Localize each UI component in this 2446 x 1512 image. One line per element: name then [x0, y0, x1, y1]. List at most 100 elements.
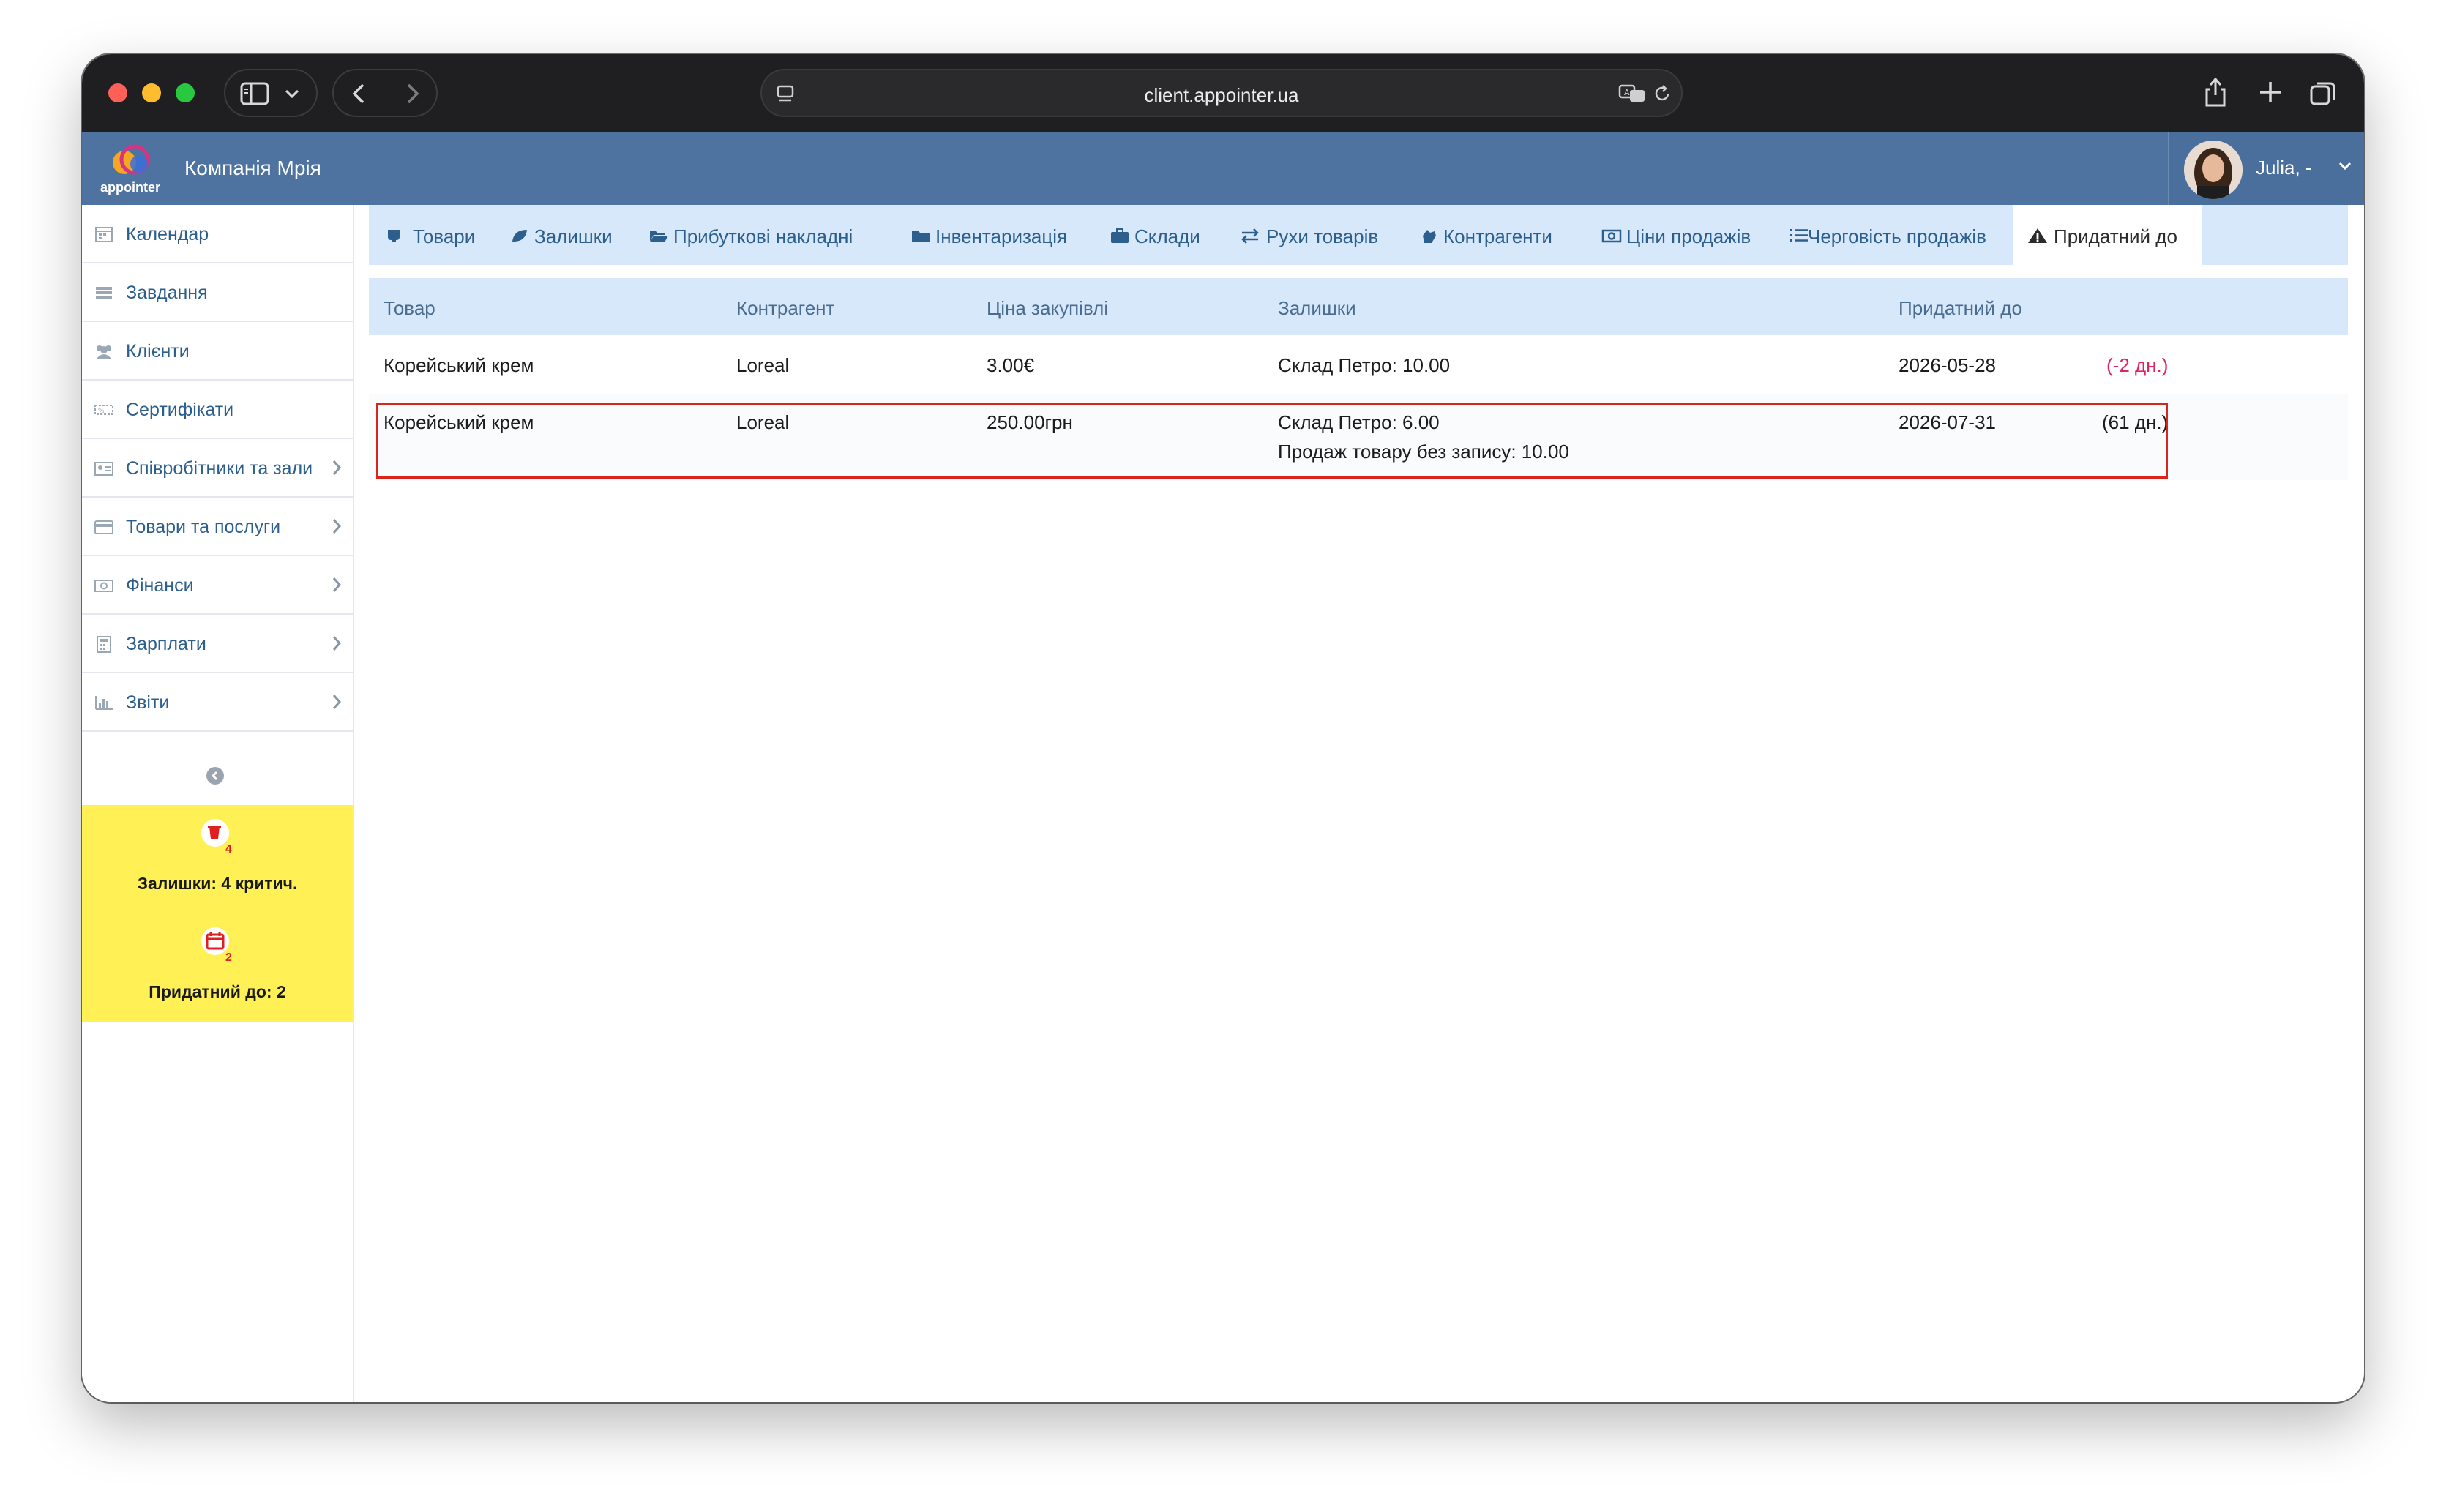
cell-expiry-date: 2026-05-28: [1899, 354, 1996, 376]
share-icon[interactable]: [2203, 76, 2228, 108]
id-card-icon: [94, 462, 113, 476]
sidebar-item-calendar[interactable]: Календар: [82, 205, 353, 263]
sidebar-item-finance[interactable]: Фінанси: [82, 556, 353, 615]
tab-overview-icon[interactable]: [2308, 79, 2338, 108]
list-icon: [1790, 229, 1808, 242]
url-text: client.appointer.ua: [1144, 84, 1299, 106]
sidebar-item-label: Сертифікати: [126, 400, 234, 420]
folder-open-icon: [650, 231, 668, 242]
close-window-button[interactable]: [108, 83, 127, 102]
tab-contractors[interactable]: Контрагенти: [1405, 205, 1588, 265]
user-menu[interactable]: Julia, -: [2168, 132, 2364, 205]
tab-sales-order[interactable]: Черговість продажів: [1774, 205, 2013, 265]
sidebar-item-label: Звіти: [126, 692, 170, 713]
expiry-alert-text[interactable]: Придатний до: 2: [82, 982, 353, 1002]
sidebar-item-label: Товари та послуги: [126, 517, 281, 537]
users-icon: [97, 345, 111, 359]
bar-chart-icon: [95, 696, 113, 710]
chevron-right-icon: [332, 695, 342, 709]
tab-label: Рухи товарів: [1266, 225, 1379, 247]
tab-label: Черговість продажів: [1808, 225, 1986, 247]
sidebar-item-tasks[interactable]: Завдання: [82, 263, 353, 322]
calculator-icon: [97, 636, 111, 653]
avatar: [2184, 141, 2243, 199]
tab-label: Придатний до: [2054, 225, 2177, 247]
tab-expiry[interactable]: Придатний до: [2013, 205, 2202, 265]
tab-stock[interactable]: Залишки: [496, 205, 640, 265]
sidebar-item-products-services[interactable]: Товари та послуги: [82, 498, 353, 556]
briefcase-icon: [1111, 228, 1129, 243]
tab-movements[interactable]: Рухи товарів: [1224, 205, 1405, 265]
sidebar-item-salaries[interactable]: Зарплати: [82, 615, 353, 673]
address-bar[interactable]: client.appointer.ua A: [760, 69, 1683, 117]
table-row[interactable]: Корейський крем Loreal 3.00€ Склад Петро…: [369, 335, 2348, 394]
cell-price: 3.00€: [987, 354, 1035, 376]
cell-stock: Склад Петро: 10.00: [1278, 354, 1451, 376]
tasks-icon: [96, 287, 112, 299]
tab-sale-prices[interactable]: Ціни продажів: [1588, 205, 1774, 265]
tab-label: Ціни продажів: [1626, 225, 1751, 247]
sidebar-item-label: Зарплати: [126, 634, 206, 654]
exchange-icon: [1241, 228, 1259, 244]
sidebar: Календар Завдання Клієнти % Сертифікати …: [82, 205, 354, 1402]
column-header-expiry[interactable]: Придатний до: [1899, 297, 2022, 320]
calendar-icon: [95, 227, 113, 242]
tab-warehouses[interactable]: Склади: [1092, 205, 1224, 265]
sidebar-item-clients[interactable]: Клієнти: [82, 322, 353, 381]
column-header-supplier[interactable]: Контрагент: [736, 297, 834, 320]
logo-text: appointer: [100, 180, 160, 195]
inventory-tabs: Товари Залишки Прибуткові накладні Інвен…: [369, 205, 2348, 265]
tab-receipts[interactable]: Прибуткові накладні: [640, 205, 894, 265]
sidebar-item-certificates[interactable]: % Сертифікати: [82, 381, 353, 439]
column-header-product[interactable]: Товар: [384, 297, 435, 320]
svg-text:A: A: [1624, 88, 1630, 97]
browser-window: client.appointer.ua A appointer Компанія…: [82, 54, 2364, 1402]
svg-text:%: %: [98, 408, 105, 415]
forward-icon[interactable]: [403, 82, 422, 105]
browser-titlebar: client.appointer.ua A: [82, 54, 2364, 132]
user-name: Julia, -: [2256, 157, 2312, 179]
stock-alert-text[interactable]: Залишки: 4 критич.: [82, 874, 353, 894]
money-icon: [1601, 229, 1622, 243]
money-icon: [94, 580, 113, 592]
sidebar-item-employees[interactable]: Співробітники та зали: [82, 439, 353, 498]
tab-label: Інвентаризація: [935, 225, 1068, 247]
stock-alert-badge: 4: [225, 843, 232, 856]
tab-inventory[interactable]: Інвентаризація: [894, 205, 1092, 265]
sidebar-icon: [240, 82, 269, 105]
product-icon: [388, 230, 400, 242]
app-header: appointer Компанія Мрія Julia, -: [82, 132, 2364, 205]
back-icon[interactable]: [350, 82, 369, 105]
chevron-down-icon: [285, 89, 299, 99]
cell-product: Корейський крем: [384, 354, 534, 376]
expiry-alert-badge: 2: [225, 951, 232, 964]
sidebar-toggle-button[interactable]: [224, 69, 318, 117]
tab-products[interactable]: Товари: [369, 205, 496, 265]
sidebar-item-label: Завдання: [126, 282, 208, 303]
handshake-icon: [1423, 230, 1436, 243]
collapse-sidebar-button[interactable]: [206, 767, 224, 785]
chevron-right-icon: [332, 519, 342, 534]
chevron-right-icon: [332, 577, 342, 592]
warning-icon: [2028, 228, 2047, 243]
tab-label: Товари: [413, 225, 476, 247]
chevron-right-icon: [332, 460, 342, 475]
column-header-stock[interactable]: Залишки: [1278, 297, 1356, 320]
certificate-icon: %: [94, 405, 113, 415]
leaf-icon: [512, 230, 527, 242]
table-header: Товар Контрагент Ціна закупівлі Залишки …: [369, 278, 2348, 335]
zoom-window-button[interactable]: [176, 83, 195, 102]
highlight-box: [376, 403, 2168, 479]
sidebar-item-reports[interactable]: Звіти: [82, 673, 353, 732]
cell-supplier: Loreal: [736, 354, 790, 376]
alerts-panel: 4 Залишки: 4 критич. 2 Придатний до: 2: [82, 805, 353, 1022]
minimize-window-button[interactable]: [142, 83, 161, 102]
chevron-down-icon: [2338, 162, 2352, 171]
new-tab-icon[interactable]: [2257, 79, 2284, 105]
company-name[interactable]: Компанія Мрія: [184, 157, 321, 180]
sidebar-item-label: Співробітники та зали: [126, 458, 313, 479]
reload-icon[interactable]: [1652, 83, 1672, 104]
translate-icon[interactable]: A: [1618, 83, 1648, 104]
cell-expiry-days: (-2 дн.): [2106, 354, 2169, 376]
column-header-price[interactable]: Ціна закупівлі: [987, 297, 1108, 320]
